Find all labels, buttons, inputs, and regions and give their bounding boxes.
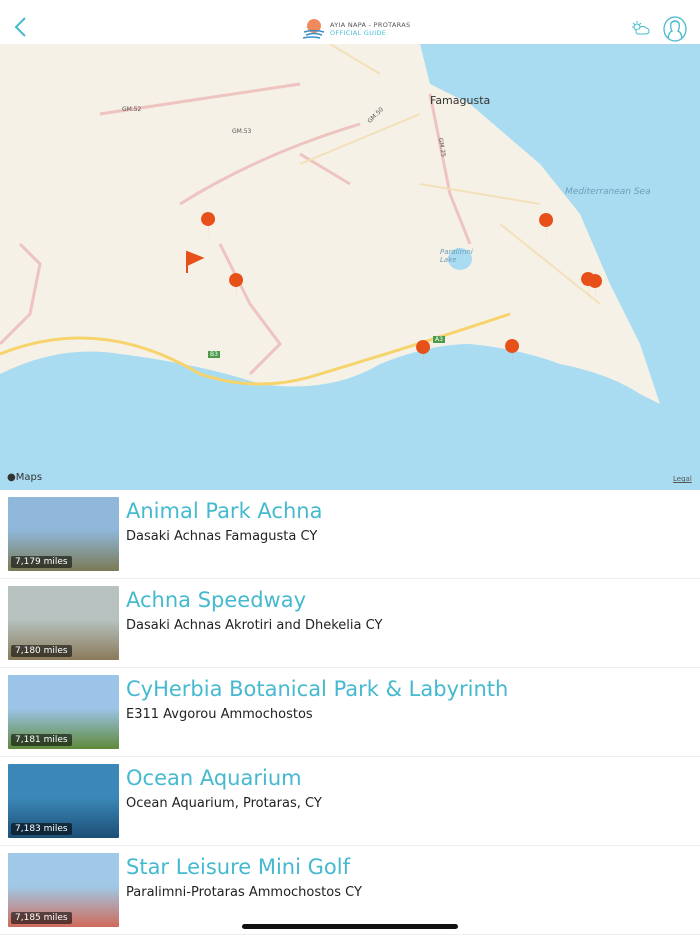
distance-badge: 7,181 miles — [11, 734, 72, 746]
current-location-flag-icon — [186, 250, 205, 273]
distance-badge: 7,185 miles — [11, 912, 72, 924]
place-address: Dasaki Achnas Akrotiri and Dhekelia CY — [126, 618, 383, 633]
map-pin[interactable] — [539, 213, 554, 241]
sea-area — [0, 44, 700, 490]
place-thumbnail: 7,179 miles — [8, 497, 119, 571]
map-pin[interactable] — [201, 212, 216, 240]
place-title[interactable]: Achna Speedway — [126, 588, 306, 612]
place-address: E311 Avgorou Ammochostos — [126, 707, 313, 722]
logo-line2: OFFICIAL GUIDE — [330, 29, 387, 37]
place-list-item[interactable]: 7,179 miles Animal Park Achna Dasaki Ach… — [0, 490, 700, 579]
place-list-item[interactable]: 7,180 miles Achna Speedway Dasaki Achnas… — [0, 579, 700, 668]
profile-icon[interactable] — [663, 16, 687, 42]
map-label-lake: Paralimni Lake — [440, 248, 473, 264]
place-list-item[interactable]: 7,185 miles Star Leisure Mini Golf Paral… — [0, 846, 700, 935]
map-label-famagusta: Famagusta — [430, 94, 491, 107]
apple-logo-icon: ● — [7, 472, 16, 483]
map-pin[interactable] — [588, 274, 603, 302]
maps-attribution-text: Maps — [15, 472, 43, 483]
logo-line1: AYIA NAPA - PROTARAS — [330, 21, 411, 29]
back-chevron-icon[interactable] — [12, 16, 30, 38]
map-pins[interactable] — [186, 212, 603, 368]
maps-attribution: ●Maps — [7, 472, 42, 483]
map-label-gm52: GM.52 — [122, 106, 142, 113]
place-address: Paralimni-Protaras Ammochostos CY — [126, 885, 362, 900]
home-indicator[interactable] — [242, 924, 458, 929]
place-thumbnail: 7,183 miles — [8, 764, 119, 838]
road-badge-a3: A3 — [433, 336, 445, 343]
map-view[interactable]: Famagusta Mediterranean Sea Paralimni La… — [0, 44, 700, 490]
place-thumbnail: 7,181 miles — [8, 675, 119, 749]
place-address: Ocean Aquarium, Protaras, CY — [126, 796, 322, 811]
place-list-item[interactable]: 7,183 miles Ocean Aquarium Ocean Aquariu… — [0, 757, 700, 846]
place-title[interactable]: Animal Park Achna — [126, 499, 322, 523]
map-canvas — [0, 44, 700, 490]
road-badge-b3: B3 — [208, 351, 220, 358]
nav-bar: AYIA NAPA - PROTARAS OFFICIAL GUIDE — [0, 0, 700, 44]
places-list: 7,179 miles Animal Park Achna Dasaki Ach… — [0, 490, 700, 935]
app-logo: AYIA NAPA - PROTARAS OFFICIAL GUIDE — [302, 18, 410, 40]
place-title[interactable]: CyHerbia Botanical Park & Labyrinth — [126, 677, 508, 701]
place-title[interactable]: Ocean Aquarium — [126, 766, 302, 790]
place-thumbnail: 7,185 miles — [8, 853, 119, 927]
distance-badge: 7,179 miles — [11, 556, 72, 568]
map-label-sea: Mediterranean Sea — [565, 187, 651, 197]
map-label-gm53: GM.53 — [232, 128, 252, 135]
legal-link[interactable]: Legal — [673, 475, 692, 483]
distance-badge: 7,183 miles — [11, 823, 72, 835]
sun-sea-logo-icon — [302, 19, 325, 39]
place-title[interactable]: Star Leisure Mini Golf — [126, 855, 350, 879]
place-address: Dasaki Achnas Famagusta CY — [126, 529, 318, 544]
place-thumbnail: 7,180 miles — [8, 586, 119, 660]
weather-icon[interactable] — [630, 19, 650, 39]
distance-badge: 7,180 miles — [11, 645, 72, 657]
place-list-item[interactable]: 7,181 miles CyHerbia Botanical Park & La… — [0, 668, 700, 757]
